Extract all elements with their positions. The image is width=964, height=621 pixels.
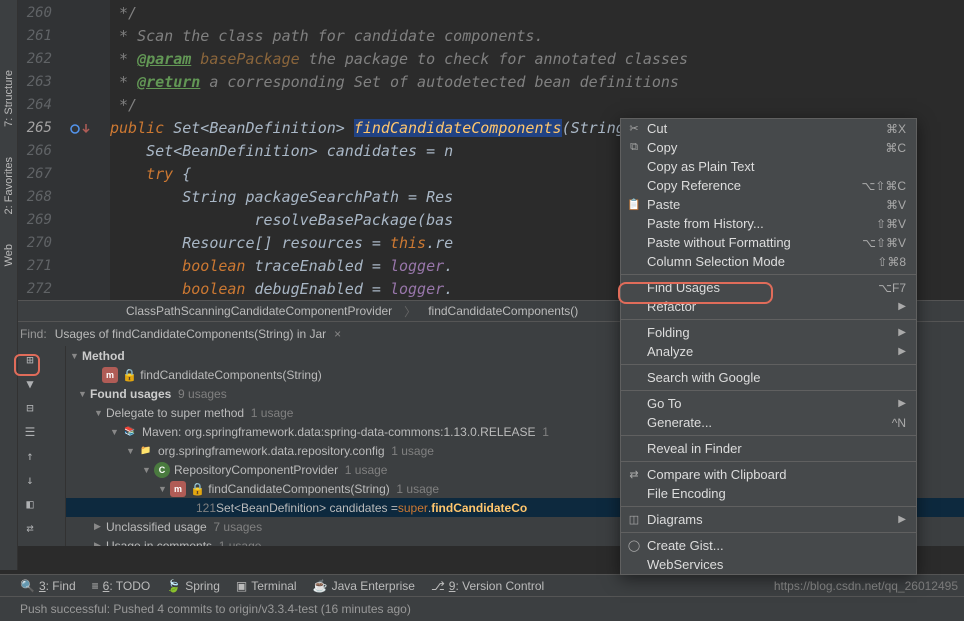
github-icon: ◯	[627, 539, 641, 553]
menu-copy-ref[interactable]: Copy Reference⌥⇧⌘C	[621, 176, 916, 195]
menu-copy-plain[interactable]: Copy as Plain Text	[621, 157, 916, 176]
collapse-icon[interactable]: ⊟	[20, 398, 40, 418]
compare-icon: ⇄	[627, 468, 641, 482]
menu-separator	[621, 364, 916, 365]
menu-column-select[interactable]: Column Selection Mode⇧⌘8	[621, 252, 916, 271]
menu-goto[interactable]: Go To▶	[621, 394, 916, 413]
tab-terminal[interactable]: ▣ Terminal	[236, 579, 297, 593]
menu-separator	[621, 506, 916, 507]
menu-find-usages[interactable]: Find Usages⌥F7	[621, 278, 916, 297]
maven-icon: 📚	[122, 424, 138, 440]
copy-icon: ⧉	[627, 141, 641, 155]
class-icon: C	[154, 462, 170, 478]
watermark: https://blog.csdn.net/qq_26012495	[774, 579, 958, 593]
tab-version-control[interactable]: ⎇ 9: Version Control	[431, 579, 544, 593]
breadcrumb-class[interactable]: ClassPathScanningCandidateComponentProvi…	[120, 304, 398, 318]
menu-separator	[621, 461, 916, 462]
tree-toolbar: ⊞ ▼ ⊟ ☰ ↑ ↓ ◧ ⇄	[18, 346, 66, 546]
menu-separator	[621, 435, 916, 436]
menu-separator	[621, 319, 916, 320]
tab-todo[interactable]: ≡ 6: TODO	[92, 579, 151, 593]
tab-web[interactable]: Web	[3, 244, 15, 266]
package-icon: 📁	[138, 443, 154, 459]
selected-method[interactable]: findCandidateComponents	[354, 119, 562, 137]
find-label: Find:	[20, 327, 47, 341]
filter-icon[interactable]: ▼	[20, 374, 40, 394]
status-text: Push successful: Pushed 4 commits to ori…	[20, 602, 411, 616]
menu-reveal-finder[interactable]: Reveal in Finder	[621, 439, 916, 458]
menu-search-google[interactable]: Search with Google	[621, 368, 916, 387]
gear-highlight	[14, 354, 40, 376]
diagram-icon: ◫	[627, 513, 641, 527]
menu-copy[interactable]: ⧉Copy⌘C	[621, 138, 916, 157]
scroll-icon[interactable]: ⇄	[20, 518, 40, 538]
menu-paste[interactable]: 📋Paste⌘V	[621, 195, 916, 214]
status-bar: Push successful: Pushed 4 commits to ori…	[0, 596, 964, 621]
tab-find[interactable]: 🔍 3: Find	[20, 579, 76, 593]
gutter-icons	[70, 0, 110, 300]
method-icon: m	[102, 367, 118, 383]
breadcrumb-method[interactable]: findCandidateComponents()	[422, 304, 584, 318]
tab-java-enterprise[interactable]: ☕ Java Enterprise	[313, 579, 415, 593]
menu-paste-history[interactable]: Paste from History...⇧⌘V	[621, 214, 916, 233]
side-tool-tabs: 7: Structure 2: Favorites Web	[0, 0, 18, 570]
code-line: * Scan the class path for candidate comp…	[110, 27, 543, 45]
submenu-icon: ▶	[898, 398, 906, 409]
menu-separator	[621, 274, 916, 275]
context-menu[interactable]: ✂Cut⌘X ⧉Copy⌘C Copy as Plain Text Copy R…	[620, 118, 917, 575]
down-icon[interactable]: ↓	[20, 470, 40, 490]
submenu-icon: ▶	[898, 346, 906, 357]
menu-create-gist[interactable]: ◯Create Gist...	[621, 536, 916, 555]
code-line: */	[110, 4, 137, 22]
cut-icon: ✂	[627, 122, 641, 136]
find-title: Usages of findCandidateComponents(String…	[55, 327, 326, 341]
submenu-icon: ▶	[898, 301, 906, 312]
menu-refactor[interactable]: Refactor▶	[621, 297, 916, 316]
menu-separator	[621, 390, 916, 391]
method-icon: m	[170, 481, 186, 497]
menu-generate[interactable]: Generate...^N	[621, 413, 916, 432]
tab-favorites[interactable]: 2: Favorites	[3, 157, 15, 214]
tab-spring[interactable]: 🍃 Spring	[166, 579, 220, 593]
preview-icon[interactable]: ◧	[20, 494, 40, 514]
menu-cut[interactable]: ✂Cut⌘X	[621, 119, 916, 138]
group-icon[interactable]: ☰	[20, 422, 40, 442]
tab-structure[interactable]: 7: Structure	[3, 70, 15, 127]
breadcrumb-sep: 〉	[398, 303, 422, 320]
override-icon[interactable]	[70, 117, 90, 140]
menu-diagrams[interactable]: ◫Diagrams▶	[621, 510, 916, 529]
up-icon[interactable]: ↑	[20, 446, 40, 466]
menu-webservices[interactable]: WebServices	[621, 555, 916, 574]
submenu-icon: ▶	[898, 514, 906, 525]
menu-folding[interactable]: Folding▶	[621, 323, 916, 342]
submenu-icon: ▶	[898, 327, 906, 338]
menu-compare-clipboard[interactable]: ⇄Compare with Clipboard	[621, 465, 916, 484]
paste-icon: 📋	[627, 198, 641, 212]
close-icon[interactable]: ×	[334, 327, 341, 341]
menu-analyze[interactable]: Analyze▶	[621, 342, 916, 361]
menu-paste-nofmt[interactable]: Paste without Formatting⌥⇧⌘V	[621, 233, 916, 252]
menu-file-encoding[interactable]: File Encoding	[621, 484, 916, 503]
menu-separator	[621, 532, 916, 533]
